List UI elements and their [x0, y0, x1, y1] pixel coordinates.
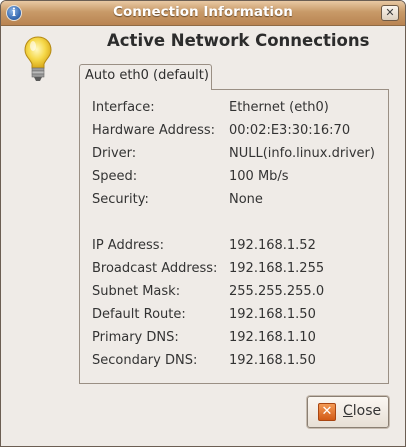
detail-row-driver: Driver: NULL(info.linux.driver): [80, 146, 388, 166]
window-title: Connection Information: [113, 4, 293, 20]
detail-row-ip-address: IP Address: 192.168.1.52: [80, 238, 388, 258]
detail-row-hardware-address: Hardware Address: 00:02:E3:30:16:70: [80, 123, 388, 143]
secondary-dns-label: Secondary DNS:: [92, 353, 198, 368]
hardware-address-label: Hardware Address:: [92, 123, 216, 138]
close-icon[interactable]: ✕: [381, 5, 399, 21]
driver-value: NULL(info.linux.driver): [229, 146, 375, 161]
speed-label: Speed:: [92, 169, 138, 184]
close-button-label: Close: [343, 403, 381, 419]
connection-info-dialog: i Connection Information ✕ Active Networ…: [0, 0, 406, 447]
broadcast-address-value: 192.168.1.255: [229, 261, 325, 276]
page-title: Active Network Connections: [107, 31, 370, 50]
close-x-icon: ✕: [318, 403, 336, 421]
detail-row-speed: Speed: 100 Mb/s: [80, 169, 388, 189]
detail-row-broadcast-address: Broadcast Address: 192.168.1.255: [80, 261, 388, 281]
speed-value: 100 Mb/s: [229, 169, 289, 184]
detail-row-security: Security: None: [80, 192, 388, 212]
default-route-label: Default Route:: [92, 307, 186, 322]
hardware-address-value: 00:02:E3:30:16:70: [229, 123, 351, 138]
secondary-dns-value: 192.168.1.50: [229, 353, 316, 368]
interface-value: Ethernet (eth0): [229, 100, 329, 115]
detail-row-default-route: Default Route: 192.168.1.50: [80, 307, 388, 327]
primary-dns-value: 192.168.1.10: [229, 330, 316, 345]
security-value: None: [229, 192, 263, 207]
default-route-value: 192.168.1.50: [229, 307, 316, 322]
detail-row-secondary-dns: Secondary DNS: 192.168.1.50: [80, 353, 388, 373]
detail-row-subnet-mask: Subnet Mask: 255.255.255.0: [80, 284, 388, 304]
connection-details-panel: Interface: Ethernet (eth0) Hardware Addr…: [79, 89, 389, 384]
detail-row-interface: Interface: Ethernet (eth0): [80, 100, 388, 120]
security-label: Security:: [92, 192, 149, 207]
ip-address-label: IP Address:: [92, 238, 164, 253]
primary-dns-label: Primary DNS:: [92, 330, 179, 345]
close-mnemonic: C: [343, 403, 353, 419]
lightbulb-icon: [24, 36, 52, 81]
interface-label: Interface:: [92, 100, 155, 115]
close-button[interactable]: ✕ Close: [307, 396, 389, 428]
subnet-mask-label: Subnet Mask:: [92, 284, 181, 299]
ip-address-value: 192.168.1.52: [229, 238, 316, 253]
detail-row-primary-dns: Primary DNS: 192.168.1.10: [80, 330, 388, 350]
titlebar[interactable]: i Connection Information ✕: [1, 1, 405, 26]
driver-label: Driver:: [92, 146, 137, 161]
tab-auto-eth0[interactable]: Auto eth0 (default): [79, 64, 212, 90]
broadcast-address-label: Broadcast Address:: [92, 261, 218, 276]
subnet-mask-value: 255.255.255.0: [229, 284, 325, 299]
close-label-rest: lose: [352, 403, 382, 419]
